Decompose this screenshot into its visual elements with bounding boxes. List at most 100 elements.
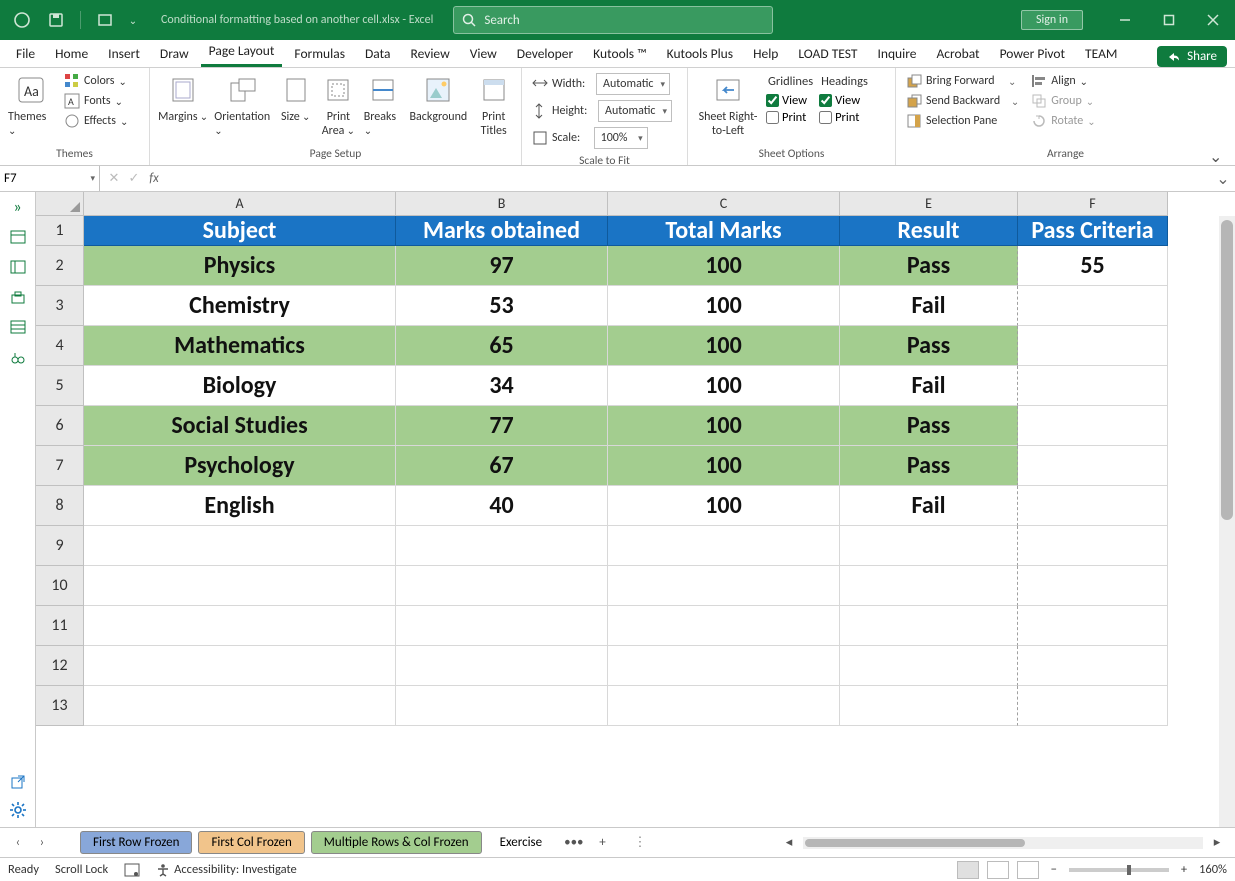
hscroll-right[interactable]: ▸ [1207,835,1227,850]
normal-view-button[interactable] [957,861,979,879]
row-header-11[interactable]: 11 [36,606,84,646]
cell[interactable] [840,526,1018,566]
tab-file[interactable]: File [8,41,43,67]
cell[interactable]: Biology [84,366,396,406]
cancel-formula-icon[interactable]: ✕ [104,171,124,186]
cell[interactable]: Fail [840,366,1018,406]
chevron-down-icon[interactable]: ⌄ [1008,75,1016,88]
tab-inquire[interactable]: Inquire [869,41,924,67]
zoom-out-button[interactable]: − [1047,862,1061,877]
headings-view-checkbox[interactable]: View [819,93,870,108]
effects-button[interactable]: Effects [60,112,132,130]
sheet-tabs-overflow[interactable]: ••• [558,835,589,850]
cell[interactable] [84,646,396,686]
tab-home[interactable]: Home [47,41,96,67]
cell[interactable]: English [84,486,396,526]
formula-input[interactable] [168,166,1211,191]
header-cell[interactable]: Result [840,216,1018,246]
gridlines-print-checkbox[interactable]: Print [766,110,815,125]
cell[interactable] [840,566,1018,606]
cell[interactable]: 77 [396,406,608,446]
tab-developer[interactable]: Developer [509,41,581,67]
cell[interactable] [1018,606,1168,646]
tab-team[interactable]: TEAM [1077,41,1125,67]
row-header-6[interactable]: 6 [36,406,84,446]
cell[interactable]: 53 [396,286,608,326]
cell[interactable] [1018,366,1168,406]
send-backward-button[interactable]: Send Backward ⌄ [902,92,1023,110]
cell[interactable] [1018,526,1168,566]
tab-data[interactable]: Data [357,41,398,67]
tab-kutools-plus[interactable]: Kutools Plus [659,41,741,67]
selection-pane-button[interactable]: Selection Pane [902,112,1023,130]
cell[interactable]: Chemistry [84,286,396,326]
minimize-button[interactable] [1103,0,1147,40]
cell[interactable]: Pass [840,326,1018,366]
headings-print-checkbox[interactable]: Print [819,110,870,125]
cell[interactable]: Psychology [84,446,396,486]
cell[interactable] [396,526,608,566]
sign-in-button[interactable]: Sign in [1021,10,1083,30]
tab-acrobat[interactable]: Acrobat [928,41,987,67]
row-header-4[interactable]: 4 [36,326,84,366]
column-header-B[interactable]: B [396,192,608,216]
tab-view[interactable]: View [462,41,505,67]
zoom-slider[interactable] [1069,868,1169,872]
cell[interactable]: Pass [840,406,1018,446]
rail-icon[interactable] [8,348,28,366]
share-button[interactable]: Share [1157,46,1227,67]
tab-insert[interactable]: Insert [100,41,148,67]
cell[interactable]: Physics [84,246,396,286]
cell[interactable]: 100 [608,406,840,446]
cell[interactable] [396,566,608,606]
fonts-button[interactable]: AFonts [60,92,132,110]
cell[interactable] [608,566,840,606]
cell[interactable] [84,526,396,566]
rail-expand-icon[interactable]: » [8,198,28,216]
cell[interactable]: 100 [608,246,840,286]
accessibility-button[interactable]: Accessibility: Investigate [156,862,297,877]
qat-dropdown-icon[interactable]: ⌄ [125,6,141,34]
size-button[interactable]: Size [276,72,315,126]
cell[interactable] [608,526,840,566]
horizontal-scrollbar[interactable] [803,837,1203,849]
vertical-scrollbar[interactable] [1219,216,1235,827]
cell[interactable] [396,686,608,726]
cell[interactable] [1018,486,1168,526]
cell[interactable]: 100 [608,326,840,366]
qat-button[interactable] [91,6,119,34]
collapse-ribbon-icon[interactable]: ⌄ [1209,147,1227,161]
cell[interactable] [1018,566,1168,606]
page-layout-view-button[interactable] [987,861,1009,879]
rtl-button[interactable]: Sheet Right- to-Left [694,72,762,140]
header-cell[interactable]: Marks obtained [396,216,608,246]
rail-icon[interactable] [8,258,28,276]
tab-formulas[interactable]: Formulas [286,41,353,67]
group-button[interactable]: Group [1027,92,1099,110]
expand-formula-bar-icon[interactable]: ⌄ [1211,166,1235,191]
rail-icon[interactable] [8,228,28,246]
cell[interactable] [840,606,1018,646]
cell[interactable] [84,686,396,726]
cell[interactable] [396,606,608,646]
cell[interactable]: Pass [840,446,1018,486]
tab-load-test[interactable]: LOAD TEST [790,41,865,67]
row-header-7[interactable]: 7 [36,446,84,486]
name-box[interactable]: F7 [0,166,100,191]
cell[interactable] [1018,326,1168,366]
sheet-nav-next[interactable]: › [32,835,52,850]
breaks-button[interactable]: Breaks [362,72,405,140]
tab-power-pivot[interactable]: Power Pivot [992,41,1073,67]
cell[interactable] [608,606,840,646]
autosave-toggle[interactable] [8,6,36,34]
worksheet-grid[interactable]: ABCEF1SubjectMarks obtainedTotal MarksRe… [36,192,1235,827]
cell[interactable]: 100 [608,286,840,326]
maximize-button[interactable] [1147,0,1191,40]
rail-popout-icon[interactable] [8,773,28,791]
row-header-8[interactable]: 8 [36,486,84,526]
align-button[interactable]: Align [1027,72,1099,90]
tab-page-layout[interactable]: Page Layout [201,38,283,67]
macro-record-icon[interactable] [124,863,140,877]
cell[interactable] [1018,686,1168,726]
row-header-3[interactable]: 3 [36,286,84,326]
